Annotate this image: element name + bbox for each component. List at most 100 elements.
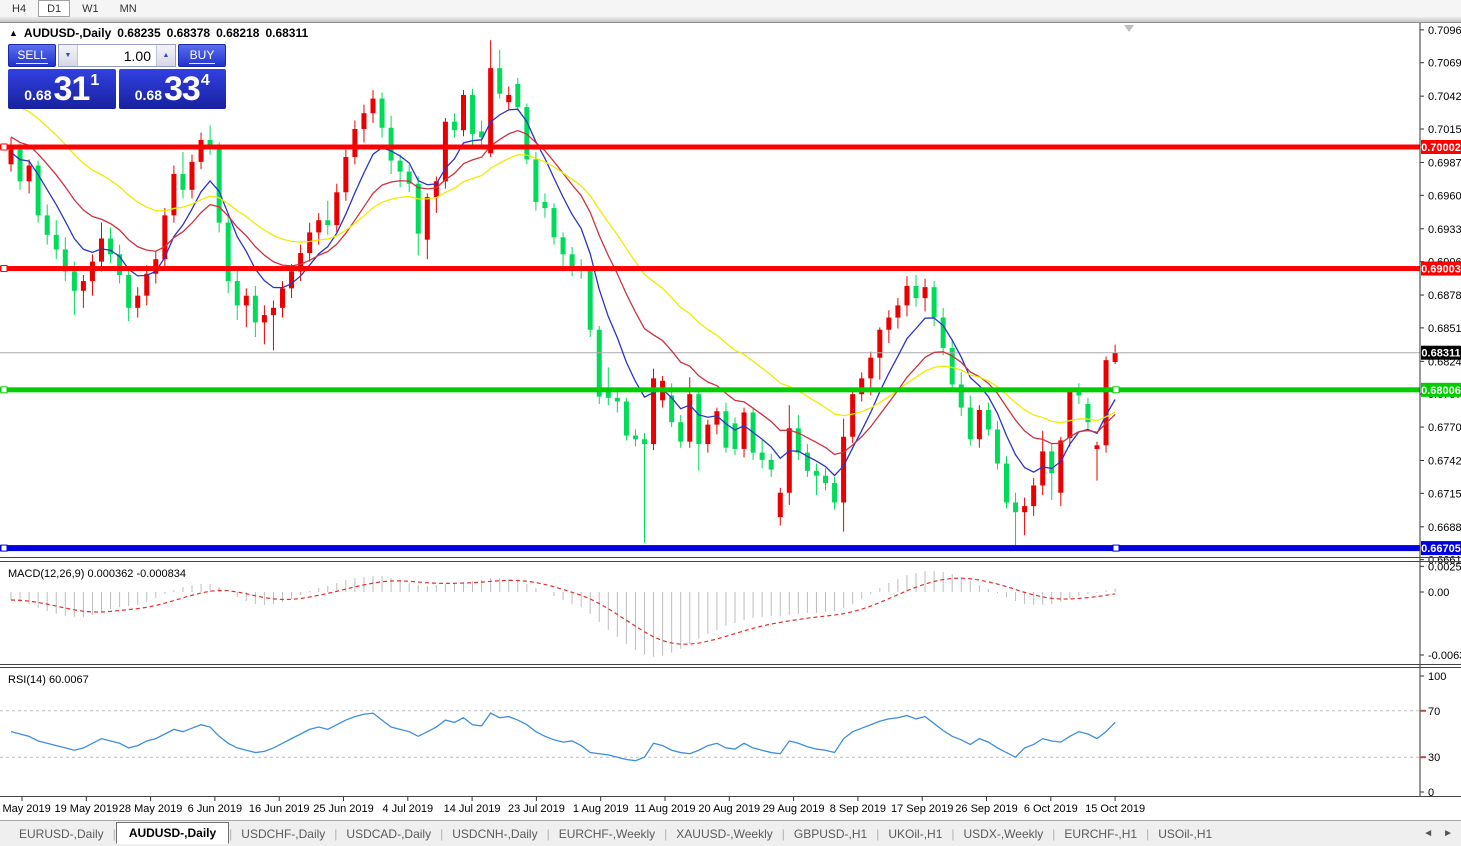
- collapse-triangle-icon[interactable]: ▲: [9, 28, 18, 38]
- chart-tab-usdcnh-daily[interactable]: USDCNH-,Daily: [443, 823, 546, 845]
- svg-text:11 Aug 2019: 11 Aug 2019: [635, 803, 696, 815]
- svg-text:0.68311: 0.68311: [1421, 348, 1460, 360]
- buy-button[interactable]: BUY: [178, 44, 226, 67]
- svg-text:6 Oct 2019: 6 Oct 2019: [1024, 803, 1078, 815]
- chart-symbol-period: AUDUSD-,Daily: [24, 26, 111, 40]
- timeframe-button-mn[interactable]: MN: [111, 0, 146, 17]
- svg-text:14 Jul 2019: 14 Jul 2019: [444, 803, 501, 815]
- macd-panel[interactable]: [11, 571, 1115, 657]
- buy-price-panel[interactable]: 0.68 33 4: [119, 69, 227, 109]
- chart-svg[interactable]: 0.709650.706950.704200.701500.698750.696…: [0, 0, 1461, 820]
- svg-text:100: 100: [1428, 671, 1446, 683]
- tab-scroll-left-icon[interactable]: ◄: [1423, 828, 1433, 839]
- price-axis: 0.709650.706950.704200.701500.698750.696…: [1420, 22, 1461, 799]
- hline-support-2-left-handle[interactable]: [1, 545, 7, 551]
- timeframe-toolbar: H4D1W1MN: [0, 0, 1461, 17]
- hline-resistance-2-left-handle[interactable]: [1, 266, 7, 272]
- svg-text:0.69330: 0.69330: [1428, 224, 1461, 236]
- hline-resistance-1[interactable]: [0, 145, 1420, 150]
- volume-spinner: ▼ ▲: [58, 44, 176, 67]
- svg-text:0.68785: 0.68785: [1428, 290, 1461, 302]
- chart-tab-ukoil-h1[interactable]: UKOil-,H1: [879, 823, 951, 845]
- sell-price-pipette: 1: [90, 72, 99, 90]
- macd-main-value: 0.000362: [87, 568, 133, 580]
- svg-text:0.70002: 0.70002: [1421, 142, 1461, 154]
- chart-tab-eurchf-h1[interactable]: EURCHF-,H1: [1055, 823, 1146, 845]
- svg-text:0.67425: 0.67425: [1428, 456, 1461, 468]
- macd-signal-value: -0.000834: [136, 568, 186, 580]
- hline-resistance-2[interactable]: [0, 266, 1420, 271]
- trading-terminal-window: { "timeframe_toolbar": { "buttons": [ {"…: [0, 0, 1461, 846]
- svg-text:0.70695: 0.70695: [1428, 58, 1461, 70]
- chart-tab-usoil-h1[interactable]: USOil-,H1: [1149, 823, 1221, 845]
- svg-text:0.69605: 0.69605: [1428, 190, 1461, 202]
- chart-tab-usdcad-daily[interactable]: USDCAD-,Daily: [337, 823, 440, 845]
- volume-increase-button[interactable]: ▲: [156, 45, 175, 66]
- svg-text:28 May 2019: 28 May 2019: [119, 803, 183, 815]
- chart-canvas[interactable]: 0.709650.706950.704200.701500.698750.696…: [0, 0, 1461, 820]
- hline-price-tag: 0.68006: [1421, 383, 1461, 397]
- svg-text:-0.006326: -0.006326: [1428, 650, 1461, 662]
- tab-scroll-right-icon[interactable]: ►: [1443, 828, 1453, 839]
- svg-text:0.68006: 0.68006: [1421, 385, 1461, 397]
- sell-button[interactable]: SELL: [8, 44, 56, 67]
- sell-price-prefix: 0.68: [24, 87, 51, 103]
- candles-layer: [9, 40, 1118, 549]
- hline-support-1-right-handle[interactable]: [1113, 387, 1119, 393]
- svg-text:23 Jul 2019: 23 Jul 2019: [508, 803, 565, 815]
- svg-text:0.002574: 0.002574: [1428, 561, 1461, 573]
- chart-shift-marker-icon[interactable]: [1124, 25, 1134, 32]
- svg-text:9 May 2019: 9 May 2019: [0, 803, 51, 815]
- hline-resistance-1-left-handle[interactable]: [1, 144, 7, 150]
- main-price-panel[interactable]: [0, 40, 1420, 551]
- rsi-value: 60.0067: [49, 674, 89, 686]
- svg-text:15 Oct 2019: 15 Oct 2019: [1085, 803, 1145, 815]
- buy-price-prefix: 0.68: [135, 87, 162, 103]
- date-axis: 9 May 201919 May 201928 May 20196 Jun 20…: [0, 797, 1145, 815]
- rsi-line: [11, 713, 1115, 761]
- chart-tab-eurusd-daily[interactable]: EURUSD-,Daily: [10, 823, 113, 845]
- svg-text:16 Jun 2019: 16 Jun 2019: [249, 803, 310, 815]
- chart-tab-gbpusd-h1[interactable]: GBPUSD-,H1: [785, 823, 876, 845]
- rsi-panel[interactable]: [0, 711, 1420, 761]
- svg-text:0.70965: 0.70965: [1428, 25, 1461, 37]
- ma-fast-line: [11, 109, 1115, 475]
- chart-tab-audusd-daily[interactable]: AUDUSD-,Daily: [116, 822, 229, 844]
- timeframe-button-h4[interactable]: H4: [3, 0, 35, 17]
- volume-decrease-button[interactable]: ▼: [59, 45, 78, 66]
- svg-text:20 Aug 2019: 20 Aug 2019: [698, 803, 760, 815]
- svg-text:0.69875: 0.69875: [1428, 157, 1461, 169]
- svg-text:30: 30: [1428, 752, 1440, 764]
- hline-price-tag: 0.69003: [1421, 262, 1461, 276]
- hline-support-1[interactable]: [0, 387, 1420, 392]
- svg-text:0.70150: 0.70150: [1428, 124, 1461, 136]
- chart-tab-usdchf-daily[interactable]: USDCHF-,Daily: [232, 823, 334, 845]
- hline-price-tag: 0.66705: [1421, 541, 1461, 555]
- svg-text:0.67700: 0.67700: [1428, 422, 1461, 434]
- ohlc-open: 0.68235: [117, 26, 160, 40]
- symbol-tab-bar: EURUSD-,Daily|AUDUSD-,Daily|USDCHF-,Dail…: [0, 820, 1461, 846]
- hline-support-2-right-handle[interactable]: [1113, 545, 1119, 551]
- tab-scroll-arrows: ◄ ►: [1423, 828, 1453, 839]
- ohlc-close: 0.68311: [265, 26, 308, 40]
- svg-text:29 Aug 2019: 29 Aug 2019: [763, 803, 825, 815]
- ohlc-low: 0.68218: [216, 26, 259, 40]
- svg-text:1 Aug 2019: 1 Aug 2019: [573, 803, 629, 815]
- macd-name: MACD(12,26,9): [8, 568, 84, 580]
- chart-title: ▲ AUDUSD-,Daily 0.68235 0.68378 0.68218 …: [9, 26, 308, 40]
- timeframe-button-d1[interactable]: D1: [38, 0, 70, 17]
- sell-price-panel[interactable]: 0.68 31 1: [8, 69, 116, 109]
- hline-support-2[interactable]: [0, 545, 1420, 551]
- chart-tab-xauusd-weekly[interactable]: XAUUSD-,Weekly: [667, 823, 781, 845]
- chart-tab-eurchf-weekly[interactable]: EURCHF-,Weekly: [550, 823, 664, 845]
- window-top-divider: [0, 17, 1461, 23]
- svg-text:0.67155: 0.67155: [1428, 488, 1461, 500]
- volume-input[interactable]: [78, 45, 156, 66]
- svg-text:17 Sep 2019: 17 Sep 2019: [891, 803, 953, 815]
- hline-support-1-left-handle[interactable]: [1, 387, 7, 393]
- chart-tab-usdx-weekly[interactable]: USDX-,Weekly: [955, 823, 1053, 845]
- svg-text:26 Sep 2019: 26 Sep 2019: [955, 803, 1017, 815]
- timeframe-button-w1[interactable]: W1: [73, 0, 108, 17]
- macd-indicator-label: MACD(12,26,9) 0.000362 -0.000834: [8, 568, 186, 580]
- sell-price-big: 31: [54, 72, 90, 106]
